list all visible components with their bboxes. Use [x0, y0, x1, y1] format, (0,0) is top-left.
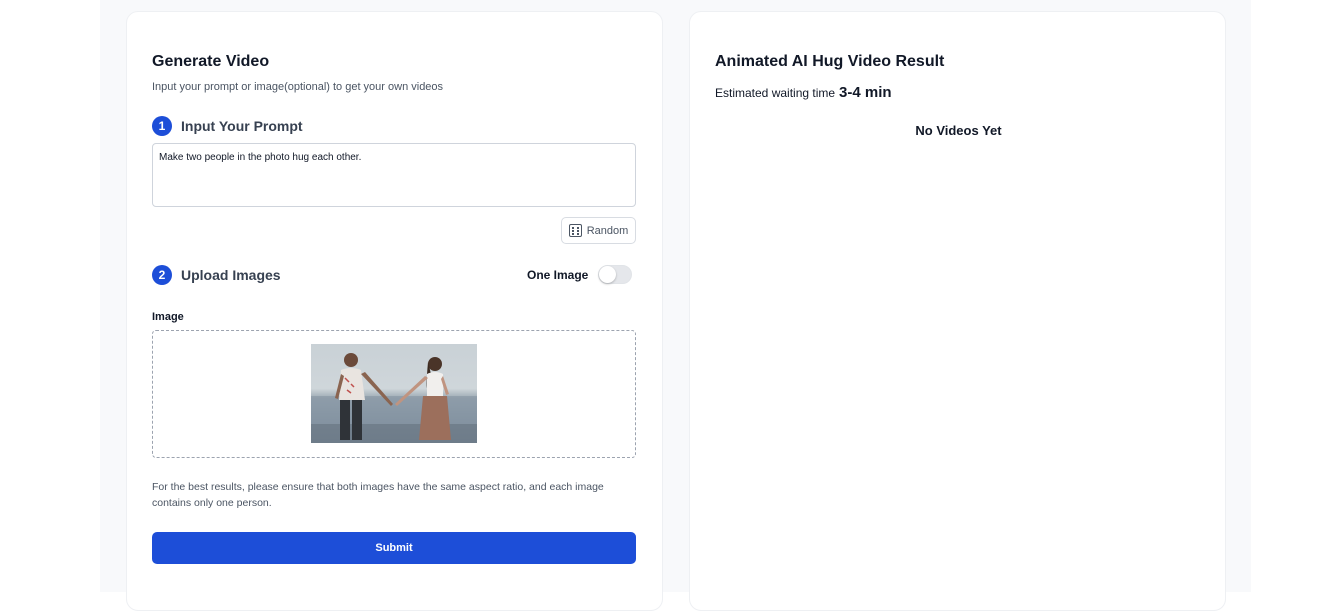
- upload-note: For the best results, please ensure that…: [152, 481, 604, 509]
- empty-state-text: No Videos Yet: [915, 123, 1002, 138]
- toggle-knob: [599, 266, 617, 283]
- image-dropzone[interactable]: [152, 330, 636, 458]
- image-field-label: Image: [152, 311, 184, 323]
- result-title: Animated AI Hug Video Result: [715, 53, 945, 70]
- generate-video-panel: Generate Video Input your prompt or imag…: [126, 11, 663, 611]
- one-image-toggle-label: One Image: [527, 267, 589, 282]
- generate-title: Generate Video: [152, 53, 270, 70]
- submit-button[interactable]: Submit: [152, 532, 636, 564]
- waiting-time: Estimated waiting time 3-4 min: [715, 84, 892, 101]
- step-upload-header: 2 Upload Images: [152, 265, 281, 285]
- prompt-textarea[interactable]: Make two people in the photo hug each ot…: [152, 143, 636, 207]
- generate-subtitle: Input your prompt or image(optional) to …: [152, 81, 444, 93]
- waiting-time-label: Estimated waiting time: [715, 86, 836, 100]
- step-prompt-header: 1 Input Your Prompt: [152, 116, 303, 136]
- random-button-label: Random: [586, 224, 629, 237]
- couple-photo: [311, 344, 477, 443]
- one-image-toggle-group: One Image: [527, 265, 633, 284]
- result-panel: Animated AI Hug Video Result Estimated w…: [689, 11, 1226, 611]
- step-1-label: Input Your Prompt: [181, 118, 303, 134]
- one-image-toggle[interactable]: [598, 265, 633, 284]
- uploaded-image-thumbnail[interactable]: [311, 344, 477, 443]
- step-1-badge: 1: [152, 116, 172, 136]
- waiting-time-value: 3-4 min: [839, 84, 892, 101]
- dice-icon: [568, 224, 582, 237]
- random-prompt-button[interactable]: Random: [561, 217, 636, 244]
- step-2-badge: 2: [152, 265, 172, 285]
- step-2-label: Upload Images: [181, 267, 281, 283]
